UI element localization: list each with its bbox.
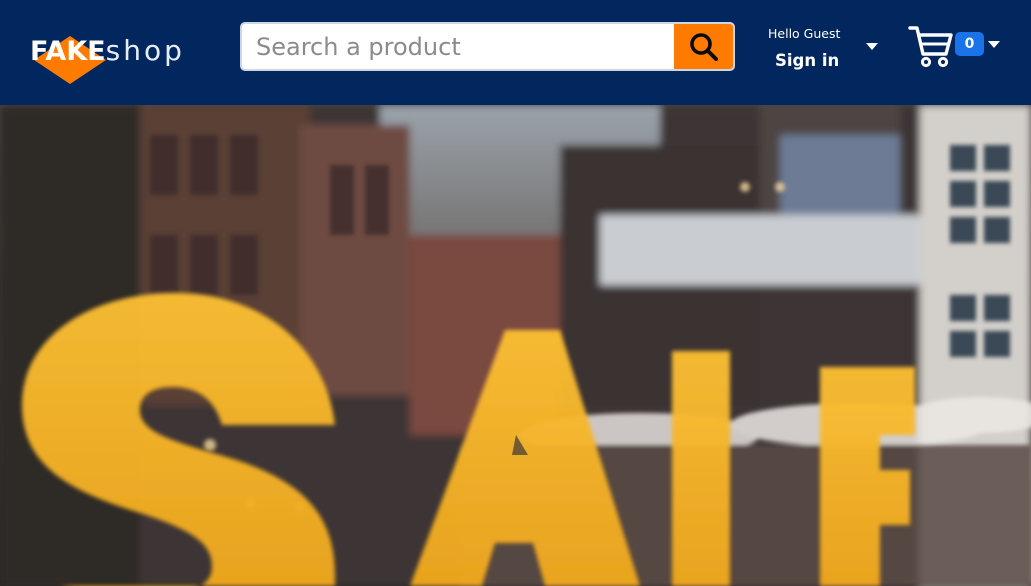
search-button[interactable] <box>674 24 733 69</box>
logo-word-shop: shop <box>105 34 185 67</box>
site-header: FAKEshop Hello Guest Sign in 0 <box>0 0 1031 105</box>
sign-in-link[interactable]: Sign in <box>775 51 839 70</box>
logo-wordmark: FAKEshop <box>30 34 185 67</box>
hero-banner <box>0 105 1031 586</box>
cart-caret-down-icon[interactable] <box>988 41 1000 49</box>
account-menu[interactable]: Hello Guest Sign in <box>756 22 886 78</box>
cart-menu[interactable]: 0 <box>908 24 1008 70</box>
fakeshop-logo[interactable]: FAKEshop <box>30 30 210 86</box>
caret-down-icon[interactable] <box>866 43 878 51</box>
search-bar <box>240 22 735 71</box>
search-icon <box>689 32 718 61</box>
cart-count-badge: 0 <box>955 32 984 56</box>
account-greeting: Hello Guest <box>768 26 841 41</box>
cart-icon[interactable] <box>908 24 954 68</box>
search-input[interactable] <box>242 24 676 69</box>
logo-word-fake: FAKE <box>30 36 106 67</box>
sale-storefront-image <box>0 105 1031 586</box>
